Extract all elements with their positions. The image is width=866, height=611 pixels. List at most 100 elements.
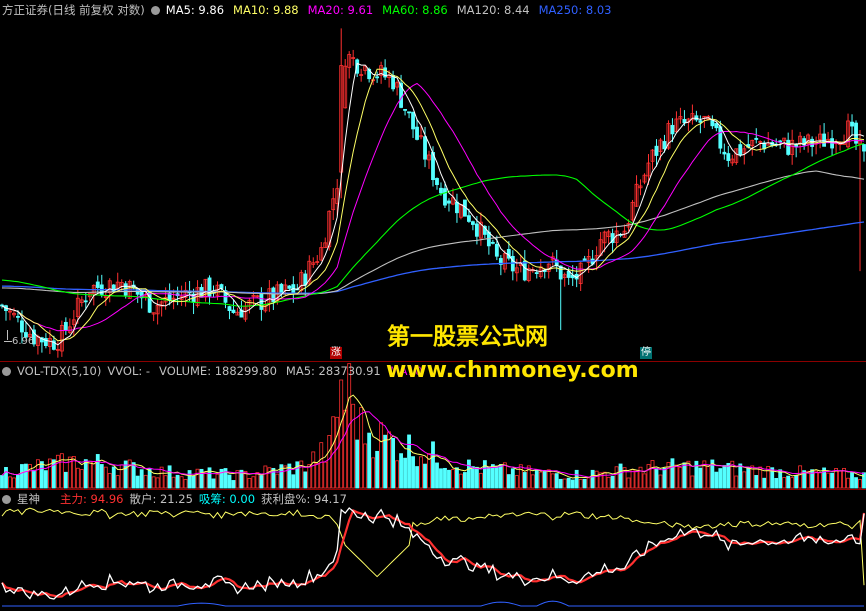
- volume-bar: [682, 462, 687, 489]
- volume-bar: [734, 475, 739, 489]
- legend-item: 散户: 21.25: [129, 492, 193, 506]
- volume-bar: [411, 456, 415, 489]
- legend-item: MA120: 8.44: [456, 3, 530, 17]
- volume-bar: [423, 463, 427, 489]
- volume-bar: [662, 467, 667, 489]
- volume-bar: [379, 422, 384, 489]
- candle-body: [822, 133, 827, 147]
- candle-body: [403, 109, 407, 111]
- volume-bar: [762, 477, 767, 489]
- volume-bar: [283, 465, 288, 489]
- volume-bar: [554, 473, 559, 489]
- volume-bar: [103, 466, 108, 489]
- volume-bar: [862, 472, 866, 489]
- volume-bar: [99, 464, 104, 489]
- volume-bar: [674, 464, 679, 489]
- volume-bar: [618, 463, 623, 489]
- volume-bar: [722, 465, 727, 489]
- volume-bar: [634, 470, 639, 489]
- volume-bar: [546, 469, 551, 489]
- volume-bar: [486, 466, 491, 489]
- volume-bar: [263, 465, 268, 489]
- volume-bar: [451, 469, 455, 489]
- price-panel: [0, 28, 866, 358]
- volume-bar: [439, 468, 443, 489]
- settings-circle-icon[interactable]: [2, 366, 11, 376]
- volume-bar: [494, 465, 499, 489]
- volume-bar: [826, 472, 831, 489]
- volume-bar: [359, 407, 364, 489]
- indicator-panel: [1, 507, 866, 607]
- volume-bar: [151, 476, 156, 489]
- absorb-line: [2, 600, 864, 607]
- volume-bar: [431, 441, 435, 489]
- candle-body: [415, 126, 419, 140]
- low-price-tick: [7, 330, 8, 340]
- volume-bar: [818, 471, 823, 489]
- volume-bar: [339, 379, 344, 489]
- ma10-line: [1, 68, 865, 342]
- volume-bar: [746, 466, 751, 489]
- volume-bar: [383, 434, 388, 489]
- legend-item: MA5: 9.86: [165, 3, 225, 17]
- volume-bar: [502, 462, 507, 489]
- volume-bar: [782, 477, 787, 489]
- candle-body: [670, 124, 675, 135]
- volume-bar: [538, 471, 543, 489]
- volume-bar: [670, 458, 675, 489]
- volume-bar: [570, 479, 575, 489]
- volume-bar: [518, 464, 523, 489]
- volume-bar: [459, 473, 463, 489]
- settings-circle-icon[interactable]: [2, 494, 11, 504]
- volume-bar: [774, 478, 779, 489]
- volume-bar: [247, 478, 252, 489]
- volume-bar: [814, 470, 819, 489]
- volume-bar: [582, 478, 587, 489]
- volume-bar: [0, 475, 4, 489]
- volume-bar: [447, 469, 451, 489]
- candle-body: [227, 306, 232, 312]
- volume-bar: [578, 478, 583, 489]
- volume-bar: [594, 470, 599, 489]
- volume-bar: [854, 477, 858, 489]
- candle-body: [63, 321, 68, 331]
- volume-title: VOL-TDX(5,10): [17, 364, 102, 378]
- volume-bar: [315, 463, 320, 489]
- volume-bar: [119, 464, 124, 489]
- candle-body: [722, 151, 727, 155]
- volume-bar: [39, 461, 44, 489]
- candle-body: [662, 141, 667, 150]
- volume-bar: [32, 469, 36, 489]
- volume-bar: [742, 471, 747, 489]
- candle-body: [534, 272, 539, 275]
- volume-bar: [307, 464, 312, 489]
- volume-bar: [726, 462, 731, 489]
- candle-body: [490, 241, 495, 244]
- settings-circle-icon[interactable]: [150, 5, 160, 15]
- volume-header: VOL-TDX(5,10) VVOL: - VOLUME: 188299.80 MA…: [0, 362, 422, 380]
- legend-item: 获利盘%: 94.17: [261, 492, 347, 506]
- candle-body: [231, 309, 236, 313]
- stock-chart[interactable]: [0, 0, 866, 611]
- volume-bar: [187, 470, 192, 489]
- volume-bar: [371, 457, 376, 489]
- volume-bar: [810, 469, 815, 489]
- volume-bar: [474, 466, 479, 489]
- legend-item: MA60: 8.86: [382, 3, 448, 17]
- price-title: 方正证券(日线 前复权 对数): [2, 3, 145, 17]
- volume-bar: [794, 475, 799, 489]
- volume-bar: [259, 475, 264, 489]
- candle-body: [279, 283, 284, 293]
- volume-bar: [163, 475, 168, 489]
- legend-item: MA20: 9.61: [307, 3, 374, 17]
- volume-bar: [706, 465, 711, 489]
- volume-bar: [375, 450, 380, 489]
- volume-bar: [28, 464, 32, 489]
- volume-bar: [419, 456, 423, 489]
- ma5-line: [1, 62, 865, 346]
- volume-bar: [155, 477, 160, 489]
- volume-bar: [303, 471, 308, 489]
- volume-bar: [562, 478, 567, 489]
- candle-body: [582, 258, 587, 261]
- legend-item: 主力: 94.96: [60, 492, 124, 506]
